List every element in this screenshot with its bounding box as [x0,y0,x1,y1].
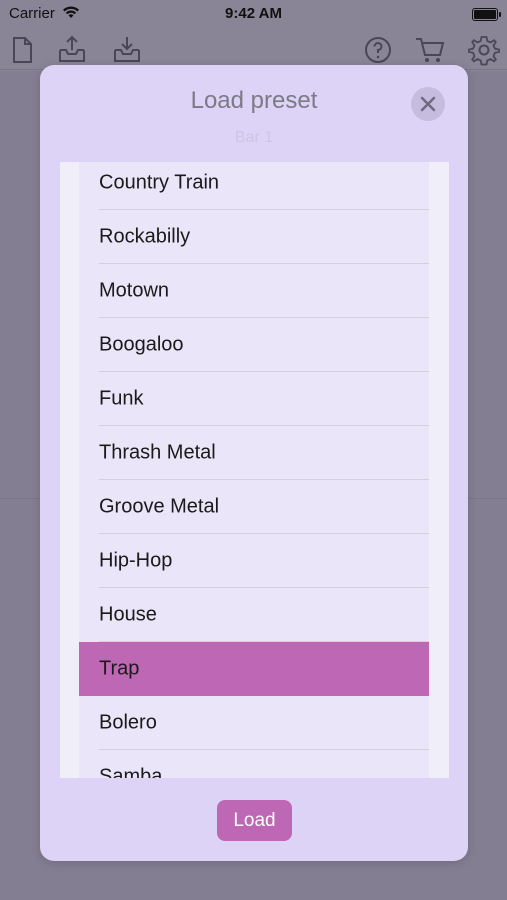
list-item-label: Motown [99,279,170,302]
toolbar [0,30,507,70]
new-document-icon[interactable] [6,34,38,66]
list-item-label: Thrash Metal [99,441,216,464]
list-item-label: Boogaloo [99,333,184,356]
status-bar: Carrier 9:42 AM [0,0,507,30]
import-icon[interactable] [111,34,143,66]
list-item-bolero[interactable]: Bolero [79,696,429,750]
modal-subtitle: Bar 1 [234,129,274,146]
list-item-label: Rockabilly [99,225,191,248]
list-item-label: Groove Metal [99,495,220,518]
load-preset-modal: Load preset Bar 1 Country Train Rockabil… [40,65,468,861]
cart-icon[interactable] [414,34,446,66]
list-item-country-train[interactable]: Country Train [79,162,429,210]
list-item-groove-metal[interactable]: Groove Metal [79,480,429,534]
settings-icon[interactable] [468,34,500,66]
list-item-funk[interactable]: Funk [79,372,429,426]
list-item-rockabilly[interactable]: Rockabilly [79,210,429,264]
list-item-label: House [99,603,157,626]
list-item-label: Funk [99,387,144,410]
list-item-label: Samba [99,765,163,779]
preset-list[interactable]: Country Train Rockabilly Motown Boogaloo… [60,162,449,778]
list-item-label: Bolero [99,711,157,734]
list-item-thrash-metal[interactable]: Thrash Metal [79,426,429,480]
export-icon[interactable] [56,34,88,66]
close-button[interactable] [411,87,445,121]
list-item-hip-hop[interactable]: Hip-Hop [79,534,429,588]
clock: 9:42 AM [225,5,282,22]
list-item-boogaloo[interactable]: Boogaloo [79,318,429,372]
list-item-motown[interactable]: Motown [79,264,429,318]
list-item-house[interactable]: House [79,588,429,642]
close-icon [420,96,436,112]
list-item-label: Hip-Hop [99,549,173,572]
load-button[interactable]: Load [217,800,292,841]
list-item-trap[interactable]: Trap [79,642,429,696]
list-item-label: Country Train [99,171,220,194]
modal-title: Load preset [190,87,318,114]
help-icon[interactable] [362,34,394,66]
list-item-label: Trap [99,657,140,680]
battery-icon [472,8,501,21]
list-item-samba[interactable]: Samba [79,750,429,779]
